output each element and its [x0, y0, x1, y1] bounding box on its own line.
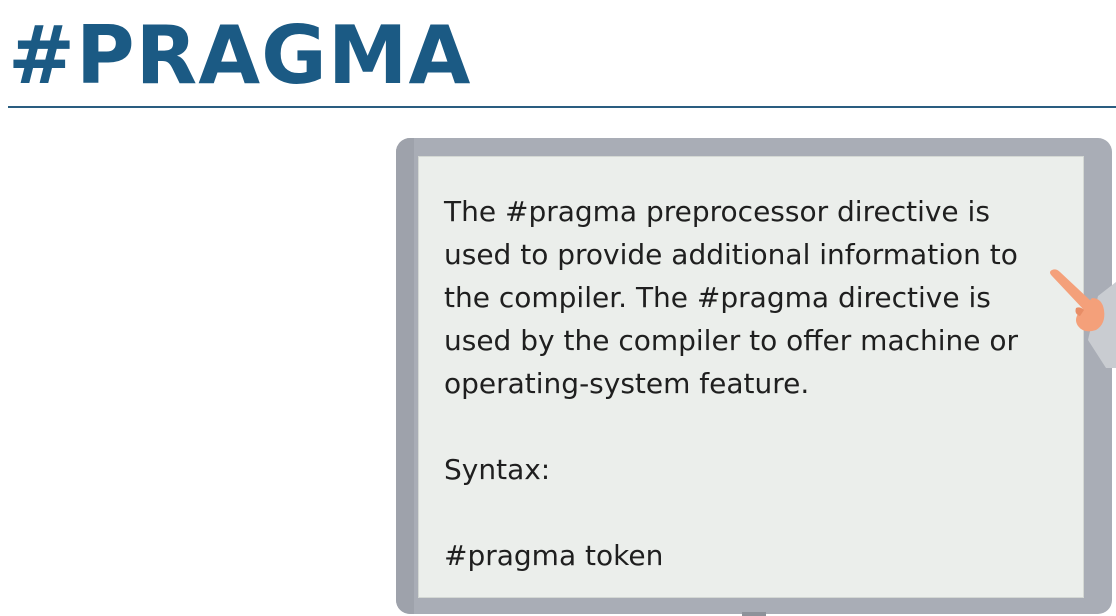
- slide-title: #PRAGMA: [8, 9, 472, 102]
- title-divider: [8, 106, 1116, 108]
- whiteboard-frame-shade: [396, 138, 414, 614]
- description-line-2: used to provide additional information t…: [444, 238, 1018, 271]
- description-line-5: operating-system feature.: [444, 367, 810, 400]
- syntax-example: #pragma token: [444, 539, 664, 572]
- slide: #PRAGMA The #pragma preprocessor directi…: [0, 0, 1116, 616]
- whiteboard-stand: [742, 612, 766, 616]
- pointing-hand-icon: [1040, 268, 1116, 368]
- description-line-3: the compiler. The #pragma directive is: [444, 281, 991, 314]
- whiteboard-content: The #pragma preprocessor directive is us…: [444, 190, 1064, 577]
- description-line-1: The #pragma preprocessor directive is: [444, 195, 990, 228]
- syntax-label: Syntax:: [444, 453, 551, 486]
- description-line-4: used by the compiler to offer machine or: [444, 324, 1019, 357]
